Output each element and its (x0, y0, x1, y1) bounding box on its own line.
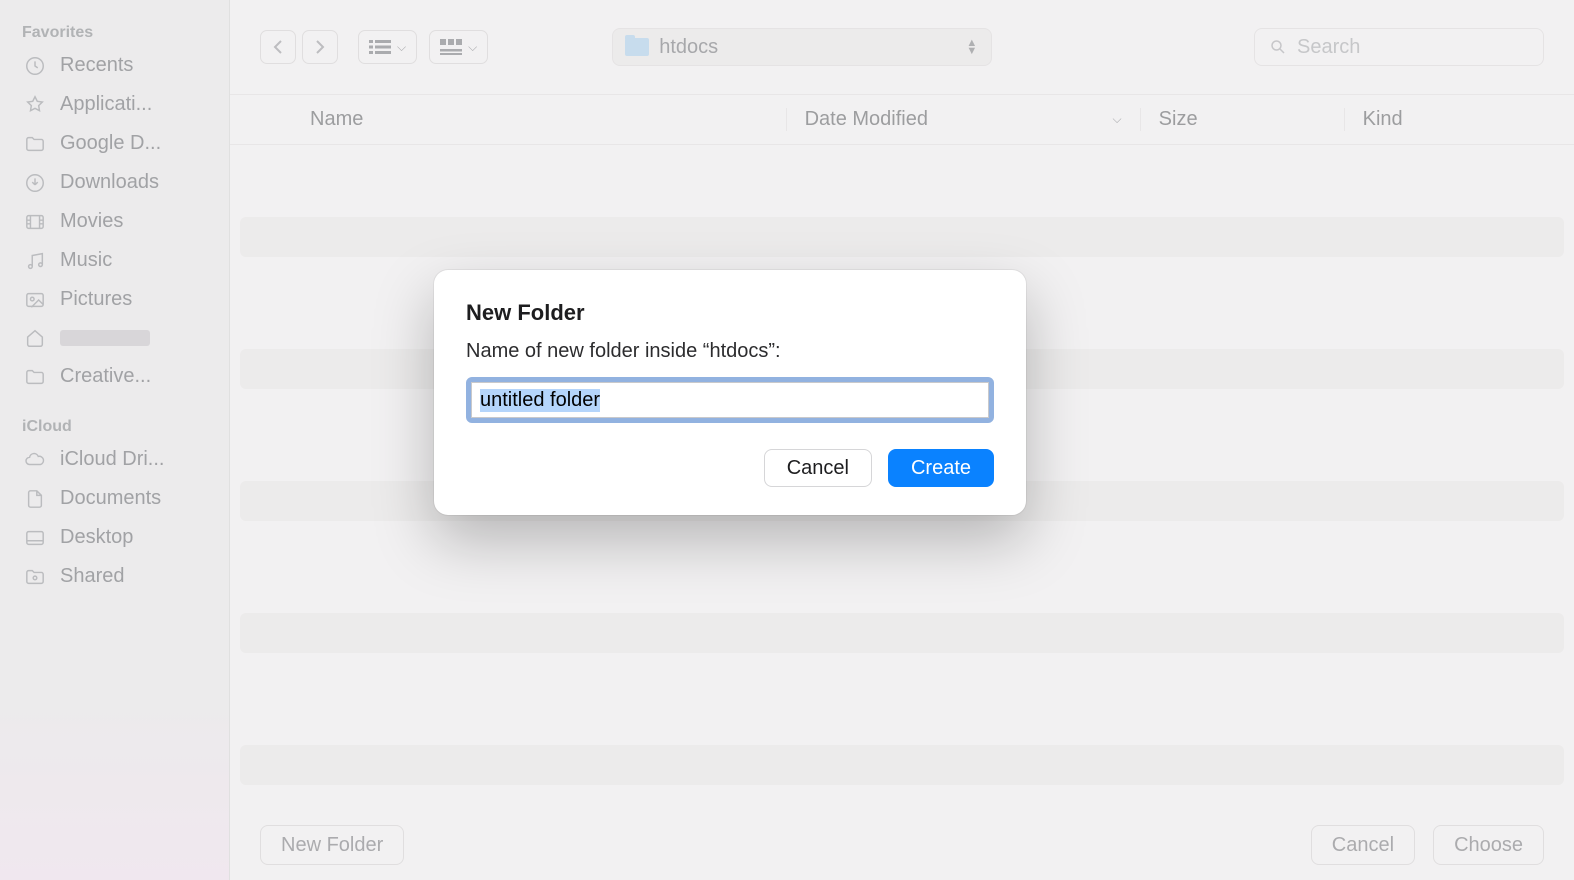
sidebar-item-creative[interactable]: Creative... (0, 357, 229, 396)
app-icon (22, 94, 48, 116)
back-button[interactable] (260, 30, 296, 64)
desktop-icon (22, 527, 48, 549)
sidebar-item-label: Desktop (60, 526, 133, 549)
folder-name-input[interactable] (471, 382, 989, 418)
folder-icon (22, 133, 48, 155)
column-headers: Name Date Modified ⌵ Size Kind (230, 94, 1574, 144)
column-kind[interactable]: Kind (1344, 108, 1574, 131)
sidebar-item-label: Documents (60, 487, 161, 510)
sidebar-item-label: iCloud Dri... (60, 448, 164, 471)
forward-button[interactable] (302, 30, 338, 64)
sidebar-item-home[interactable] (0, 319, 229, 357)
choose-button[interactable]: Choose (1433, 825, 1544, 865)
modal-input-wrapper (466, 377, 994, 423)
search-placeholder: Search (1297, 36, 1360, 59)
folder-icon (625, 38, 649, 56)
table-row[interactable] (240, 547, 1564, 587)
picture-icon (22, 289, 48, 311)
nav-buttons (260, 30, 344, 64)
sidebar-item-label: Recents (60, 54, 133, 77)
sidebar-item-recents[interactable]: Recents (0, 46, 229, 85)
sidebar-header-favorites: Favorites (0, 16, 229, 46)
clock-icon (22, 55, 48, 77)
home-icon (22, 327, 48, 349)
modal-buttons: Cancel Create (466, 449, 994, 487)
sidebar-item-google-drive[interactable]: Google D... (0, 124, 229, 163)
table-row[interactable] (240, 613, 1564, 653)
modal-create-button[interactable]: Create (888, 449, 994, 487)
sidebar-item-label (60, 330, 150, 346)
list-view-button[interactable]: ⌵ (358, 30, 417, 64)
sidebar-item-shared[interactable]: Shared (0, 557, 229, 596)
chevron-down-icon: ⌵ (468, 40, 477, 55)
sidebar-header-icloud: iCloud (0, 410, 229, 440)
download-icon (22, 172, 48, 194)
view-controls: ⌵ ⌵ (358, 30, 488, 64)
sidebar-item-movies[interactable]: Movies (0, 202, 229, 241)
sidebar-item-label: Shared (60, 565, 125, 588)
shared-folder-icon (22, 566, 48, 588)
table-row[interactable] (240, 217, 1564, 257)
sidebar-item-documents[interactable]: Documents (0, 479, 229, 518)
cloud-icon (22, 449, 48, 471)
search-input[interactable]: Search (1254, 28, 1544, 66)
group-view-button[interactable]: ⌵ (429, 30, 488, 64)
music-icon (22, 250, 48, 272)
sidebar-item-icloud-drive[interactable]: iCloud Dri... (0, 440, 229, 479)
column-name[interactable]: Name (230, 108, 786, 131)
footer-bar: New Folder Cancel Choose (230, 811, 1574, 880)
new-folder-button[interactable]: New Folder (260, 825, 404, 865)
sidebar-item-label: Downloads (60, 171, 159, 194)
sidebar-item-desktop[interactable]: Desktop (0, 518, 229, 557)
column-date-modified[interactable]: Date Modified ⌵ (786, 108, 1140, 131)
sidebar-item-label: Movies (60, 210, 123, 233)
path-label: htdocs (659, 36, 718, 59)
new-folder-modal: New Folder Name of new folder inside “ht… (434, 270, 1026, 515)
table-row[interactable] (240, 745, 1564, 785)
chevron-down-icon: ⌵ (397, 40, 406, 55)
table-row[interactable] (240, 151, 1564, 191)
sidebar-item-label: Google D... (60, 132, 161, 155)
sidebar-item-label: Music (60, 249, 112, 272)
sidebar-item-music[interactable]: Music (0, 241, 229, 280)
sidebar-item-downloads[interactable]: Downloads (0, 163, 229, 202)
folder-icon (22, 366, 48, 388)
modal-cancel-button[interactable]: Cancel (764, 449, 872, 487)
sidebar-item-label: Creative... (60, 365, 151, 388)
modal-title: New Folder (466, 300, 994, 326)
sidebar-item-label: Pictures (60, 288, 132, 311)
sidebar-item-label: Applicati... (60, 93, 152, 116)
document-icon (22, 488, 48, 510)
chevron-down-icon: ⌵ (1113, 112, 1122, 127)
sidebar-item-applications[interactable]: Applicati... (0, 85, 229, 124)
sidebar-item-pictures[interactable]: Pictures (0, 280, 229, 319)
table-row[interactable] (240, 679, 1564, 719)
path-dropdown[interactable]: htdocs ▲▼ (612, 28, 992, 66)
finder-window: Favorites Recents Applicati... Google D.… (0, 0, 1574, 880)
sidebar: Favorites Recents Applicati... Google D.… (0, 0, 230, 880)
search-icon (1269, 38, 1287, 56)
cancel-button[interactable]: Cancel (1311, 825, 1415, 865)
updown-icon: ▲▼ (966, 39, 977, 55)
column-size[interactable]: Size (1140, 108, 1344, 131)
modal-prompt: Name of new folder inside “htdocs”: (466, 340, 994, 363)
toolbar: ⌵ ⌵ htdocs ▲▼ Search (230, 0, 1574, 94)
movie-icon (22, 211, 48, 233)
